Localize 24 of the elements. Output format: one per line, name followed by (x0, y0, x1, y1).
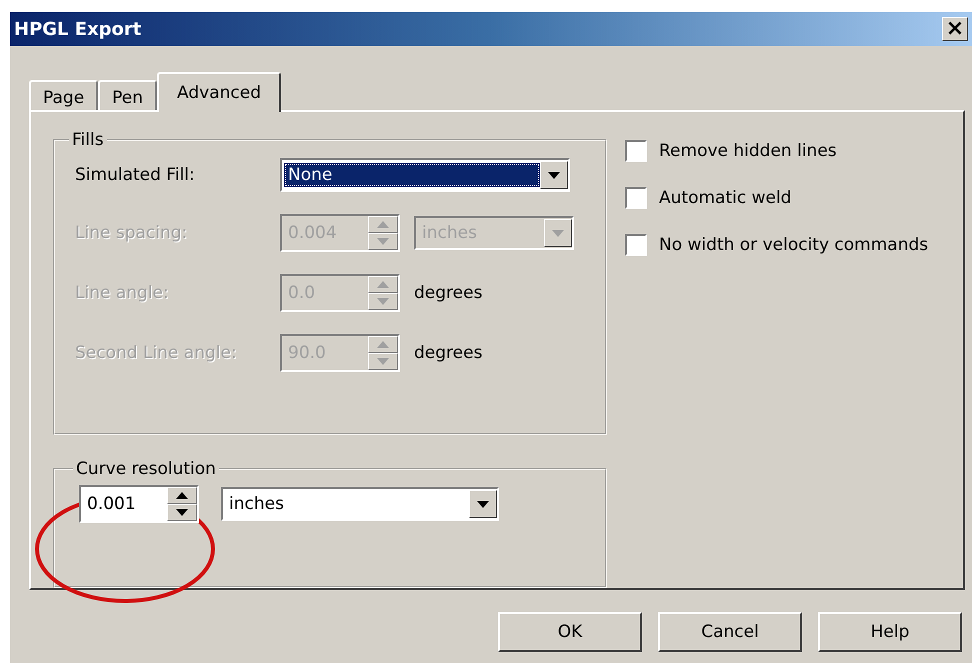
caret-icon (477, 500, 489, 508)
dialog-button[interactable]: Help (818, 612, 962, 652)
tab[interactable]: Pen (98, 80, 158, 110)
unit-label: degrees (414, 343, 482, 363)
caret-icon (548, 172, 560, 178)
checkbox-option[interactable]: Remove hidden lines (625, 140, 943, 162)
dialog-button[interactable]: OK (498, 612, 642, 652)
checkbox-option[interactable]: No width or velocity commands (625, 234, 943, 256)
dialog-button[interactable]: Cancel (658, 612, 802, 652)
checkbox[interactable] (625, 140, 647, 162)
dropdown[interactable]: inches (221, 487, 499, 521)
close-button[interactable]: × (942, 17, 968, 41)
checkbox-option[interactable]: Automatic weld (625, 187, 943, 209)
dropdown[interactable]: None (280, 158, 570, 192)
unit-label: degrees (414, 283, 482, 303)
group-title: Fills (71, 130, 105, 150)
caret-icon (552, 230, 564, 236)
tab[interactable]: Page (29, 80, 98, 110)
checkbox[interactable] (625, 234, 647, 256)
window-title: HPGL Export (14, 18, 142, 40)
field-label: Simulated Fill: (75, 165, 196, 185)
tab[interactable]: Advanced (157, 72, 282, 112)
group-title: Curve resolution (75, 459, 217, 479)
checkbox[interactable] (625, 187, 647, 209)
